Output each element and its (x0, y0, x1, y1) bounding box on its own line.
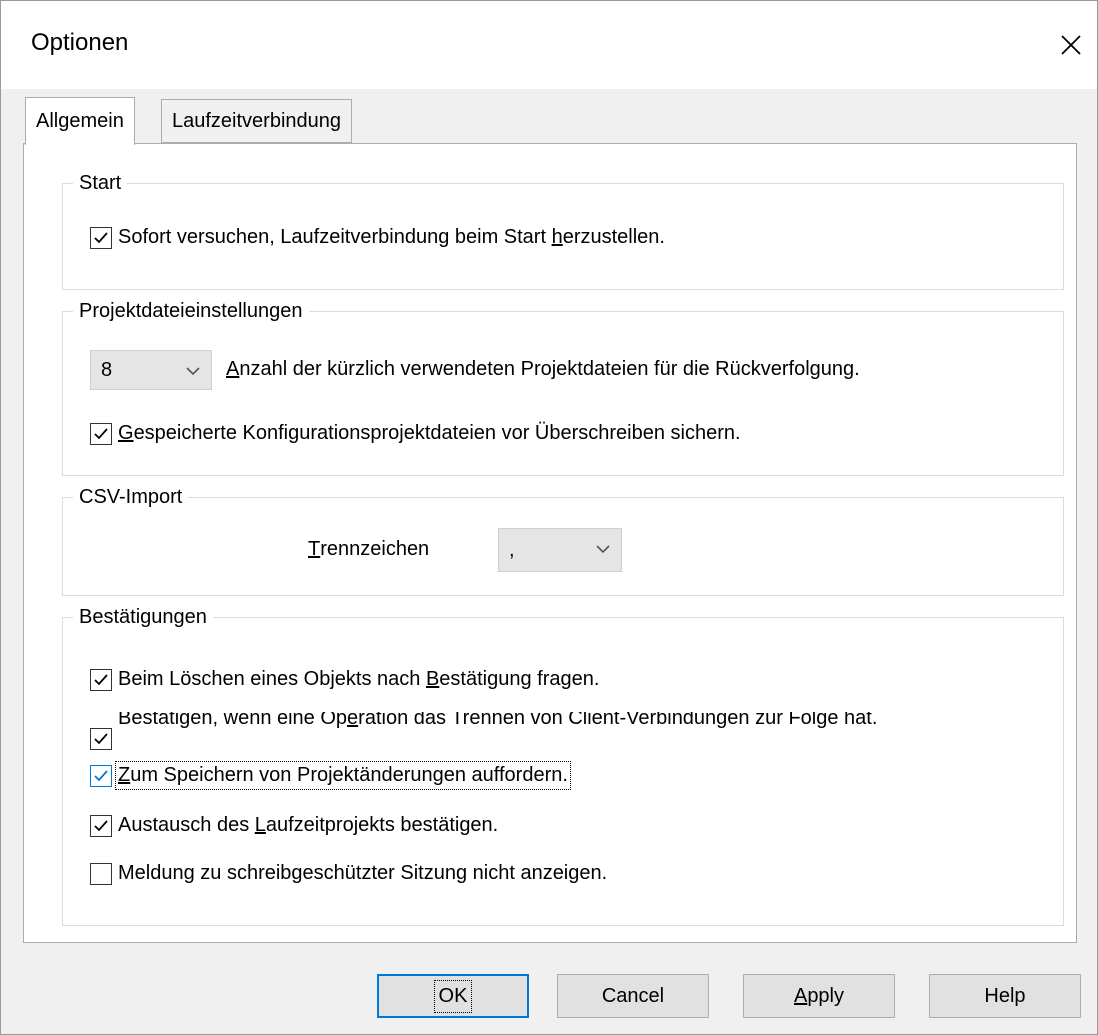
check-icon (94, 733, 108, 745)
backup-option[interactable]: Gespeicherte Konfigurationsprojektdateie… (90, 422, 741, 445)
ok-label: OK (433, 979, 473, 1013)
tab-label: Allgemein (36, 110, 124, 132)
prompt-save-checkbox[interactable] (90, 764, 112, 787)
check-icon (94, 427, 108, 439)
recent-count-value: 8 (101, 358, 113, 381)
auto-connect-option[interactable]: Sofort versuchen, Laufzeitverbindung bei… (90, 226, 665, 249)
title-bar: Optionen (1, 1, 1097, 89)
group-project-files: Projektdateieinstellungen (62, 300, 1064, 476)
confirm-disconnect-option[interactable]: Bestätigen, wenn eine Operation das Tren… (90, 712, 1050, 752)
recent-count-select[interactable]: 8 (90, 350, 212, 390)
apply-label: Apply (793, 984, 845, 1007)
chevron-down-icon (186, 367, 200, 376)
check-icon (94, 769, 108, 781)
prompt-save-label: Zum Speichern von Projektänderungen auff… (115, 761, 571, 790)
prompt-save-option[interactable]: Zum Speichern von Projektänderungen auff… (90, 761, 571, 790)
close-button[interactable] (1051, 25, 1091, 65)
help-label: Help (984, 984, 1026, 1007)
group-legend: Start (79, 172, 122, 194)
confirm-disconnect-label: Bestätigen, wenn eine Operation das Tren… (118, 712, 878, 729)
auto-connect-checkbox[interactable] (90, 226, 112, 249)
group-legend: Bestätigungen (79, 606, 207, 628)
options-dialog: Optionen Allgemein Laufzeitverbindung St… (0, 0, 1098, 1035)
help-button[interactable]: Help (929, 974, 1081, 1018)
confirm-delete-option[interactable]: Beim Löschen eines Objekts nach Bestätig… (90, 668, 599, 691)
ok-button[interactable]: OK (377, 974, 529, 1018)
auto-connect-label: Sofort versuchen, Laufzeitverbindung bei… (118, 226, 665, 248)
group-legend: CSV-Import (79, 486, 183, 508)
tab-laufzeitverbindung[interactable]: Laufzeitverbindung (161, 99, 353, 143)
recent-count-label: Anzahl der kürzlich verwendeten Projektd… (226, 358, 860, 380)
apply-button[interactable]: Apply (743, 974, 895, 1018)
delimiter-label: Trennzeichen (308, 538, 430, 560)
backup-label: Gespeicherte Konfigurationsprojektdateie… (118, 422, 741, 444)
check-icon (94, 673, 108, 685)
confirm-runtime-swap-label: Austausch des Laufzeitprojekts bestätige… (118, 814, 499, 836)
confirm-runtime-swap-option[interactable]: Austausch des Laufzeitprojekts bestätige… (90, 814, 498, 837)
hide-readonly-message-checkbox[interactable] (90, 862, 112, 885)
group-legend: Projektdateieinstellungen (79, 300, 303, 322)
check-icon (94, 231, 108, 243)
tab-label: Laufzeitverbindung (172, 109, 342, 132)
hide-readonly-message-option[interactable]: Meldung zu schreibgeschützter Sitzung ni… (90, 862, 607, 885)
delimiter-select[interactable]: , (498, 528, 622, 572)
delimiter-value: , (509, 538, 515, 561)
check-icon (94, 819, 108, 831)
confirm-delete-label: Beim Löschen eines Objekts nach Bestätig… (118, 668, 600, 690)
window-title: Optionen (31, 29, 129, 56)
cancel-button[interactable]: Cancel (557, 974, 709, 1018)
confirm-delete-checkbox[interactable] (90, 668, 112, 691)
tab-allgemein[interactable]: Allgemein (25, 97, 135, 145)
cancel-label: Cancel (601, 984, 665, 1007)
tab-panel-allgemein: Start Sofort versuchen, Laufzeitverbindu… (23, 143, 1077, 943)
backup-checkbox[interactable] (90, 422, 112, 445)
chevron-down-icon (596, 545, 610, 554)
confirm-runtime-swap-checkbox[interactable] (90, 814, 112, 837)
confirm-disconnect-checkbox[interactable] (90, 728, 112, 750)
close-icon (1061, 35, 1081, 55)
hide-readonly-message-label: Meldung zu schreibgeschützter Sitzung ni… (118, 862, 608, 884)
